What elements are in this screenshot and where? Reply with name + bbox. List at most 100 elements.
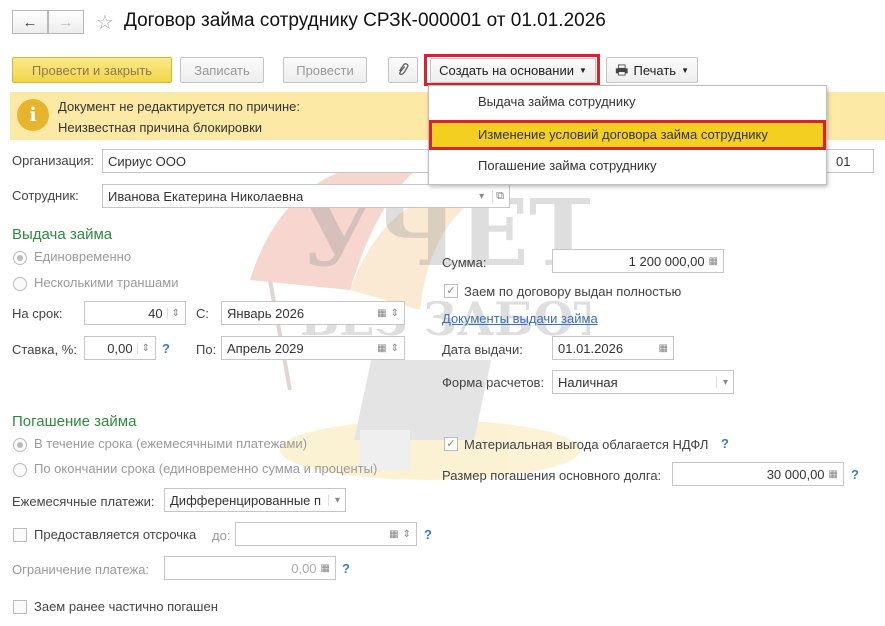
rate-help-icon[interactable]: ? [162,341,170,356]
from-label: С: [196,306,209,321]
org-field[interactable]: Сириус ООО [102,149,432,173]
rate-label: Ставка, %: [12,342,77,357]
fully-issued-label: Заем по договору выдан полностью [464,284,682,299]
calculator-icon[interactable]: ▦ [829,469,838,480]
arrow-left-icon: ← [22,13,38,31]
term-value: 40 [148,305,163,321]
back-button[interactable]: ← [12,10,48,34]
repay-monthly-radio[interactable] [13,438,27,452]
limit-field[interactable]: 0,00 ▦ [164,556,336,580]
monthly-payments-field[interactable]: Дифференцированные п ▾ [164,488,346,512]
repay-amount-label: Размер погашения основного долга: [442,468,662,483]
repay-amount-help-icon[interactable]: ? [851,467,859,482]
red-highlight-frame [424,54,600,86]
spinner-icon[interactable]: ⇕ [391,308,399,319]
issue-tranches-radio[interactable] [13,277,27,291]
calculator-icon[interactable]: ▦ [709,256,718,267]
sum-value: 1 200 000,00 [628,253,705,269]
issue-section-title: Выдача займа [12,226,113,243]
sum-label: Сумма: [442,255,487,270]
paperclip-icon [399,63,409,75]
partial-repaid-checkbox[interactable] [13,600,27,614]
open-form-icon[interactable]: ⧉ [492,189,504,203]
issue-docs-link[interactable]: Документы выдачи займа [442,311,598,326]
page-title: Договор займа сотруднику СРЗК-000001 от … [124,10,606,31]
fully-issued-checkbox[interactable]: ✓ [444,284,458,298]
org-value: Сириус ООО [108,153,186,169]
calendar-icon[interactable]: ▦ [389,529,398,540]
payment-form-field[interactable]: Наличная ▾ [552,370,734,394]
forward-button[interactable]: → [48,10,84,34]
issue-once-label: Единовременно [34,249,132,264]
spinner-icon[interactable]: ⇕ [136,342,150,354]
info-icon: i [17,99,49,131]
employee-label: Сотрудник: [12,188,79,203]
calculator-icon[interactable]: ▦ [321,563,330,574]
issue-once-radio[interactable] [13,251,27,265]
repay-end-label: По окончании срока (единовременно сумма … [34,461,378,476]
deferral-label: Предоставляется отсрочка [34,527,197,542]
spinner-icon[interactable]: ⇕ [391,343,399,354]
dropdown-arrow-icon[interactable]: ▾ [715,376,728,388]
deferral-checkbox[interactable] [13,528,27,542]
calendar-icon[interactable]: ▦ [659,343,668,354]
attach-button[interactable] [388,57,418,83]
dropdown-arrow-icon[interactable]: ▾ [479,191,484,202]
term-label: На срок: [12,306,63,321]
rate-field[interactable]: 0,00 ⇕ [84,336,156,360]
partial-repaid-label: Заем ранее частично погашен [34,599,218,614]
issue-date-field[interactable]: 01.01.2026 ▦ [552,336,674,360]
printer-icon [615,64,628,76]
term-field[interactable]: 40 ⇕ [84,301,186,325]
ndfl-help-icon[interactable]: ? [721,436,729,451]
until-label: до: [212,528,231,543]
issue-date-value: 01.01.2026 [558,340,624,356]
print-button[interactable]: Печать ▼ [606,57,698,83]
print-label: Печать [633,62,677,78]
caret-down-icon: ▼ [681,65,689,75]
post-and-close-button[interactable]: Провести и закрыть [12,57,172,83]
menu-item-loan-issue[interactable]: Выдача займа сотруднику [429,94,826,109]
issue-tranches-label: Несколькими траншами [34,275,179,290]
repay-section-title: Погашение займа [12,413,137,430]
deferral-date-field[interactable]: ▦ ⇕ [235,522,417,546]
org-label: Организация: [12,153,95,168]
save-button[interactable]: Записать [180,57,264,83]
calendar-icon[interactable]: ▦ [377,343,386,354]
menu-item-loan-repayment[interactable]: Погашение займа сотруднику [429,158,826,173]
arrow-right-icon: → [58,13,74,31]
payment-form-label: Форма расчетов: [442,375,545,390]
monthly-payments-value: Дифференцированные п [170,492,322,508]
from-field[interactable]: Январь 2026 ▦ ⇕ [221,301,405,325]
ndfl-label: Материальная выгода облагается НДФЛ [464,437,709,452]
deferral-help-icon[interactable]: ? [424,527,432,542]
limit-value: 0,00 [291,560,317,576]
employee-field[interactable]: Иванова Екатерина Николаевна ▾ ⧉ [102,184,510,208]
org-extra-value: 01 [836,153,851,169]
rate-value: 0,00 [107,340,133,356]
sum-field[interactable]: 1 200 000,00 ▦ [552,249,724,273]
repay-end-radio[interactable] [13,463,27,477]
org-extra-field[interactable]: 01 [826,149,874,173]
ndfl-checkbox[interactable]: ✓ [444,437,458,451]
limit-help-icon[interactable]: ? [342,561,350,576]
favorite-star-icon[interactable]: ☆ [96,10,114,35]
repay-amount-value: 30 000,00 [766,466,825,482]
menu-item-change-terms[interactable]: Изменение условий договора займа сотрудн… [429,120,826,150]
issue-date-label: Дата выдачи: [442,342,523,357]
spinner-icon[interactable]: ⇕ [166,307,180,319]
post-button[interactable]: Провести [283,57,367,83]
repay-monthly-label: В течение срока (ежемесячными платежами) [34,436,308,451]
calendar-icon[interactable]: ▦ [377,308,386,319]
dropdown-arrow-icon[interactable]: ▾ [327,494,340,506]
banner-line-1: Документ не редактируется по причине: [58,99,301,114]
banner-line-2: Неизвестная причина блокировки [58,120,263,135]
monthly-payments-label: Ежемесячные платежи: [12,494,155,509]
limit-label: Ограничение платежа: [12,562,150,577]
spinner-icon[interactable]: ⇕ [403,529,411,540]
to-value: Апрель 2029 [227,340,304,356]
create-based-on-menu: Выдача займа сотруднику Изменение услови… [428,85,827,185]
from-value: Январь 2026 [227,305,305,321]
repay-amount-field[interactable]: 30 000,00 ▦ [672,462,844,486]
to-field[interactable]: Апрель 2029 ▦ ⇕ [221,336,405,360]
